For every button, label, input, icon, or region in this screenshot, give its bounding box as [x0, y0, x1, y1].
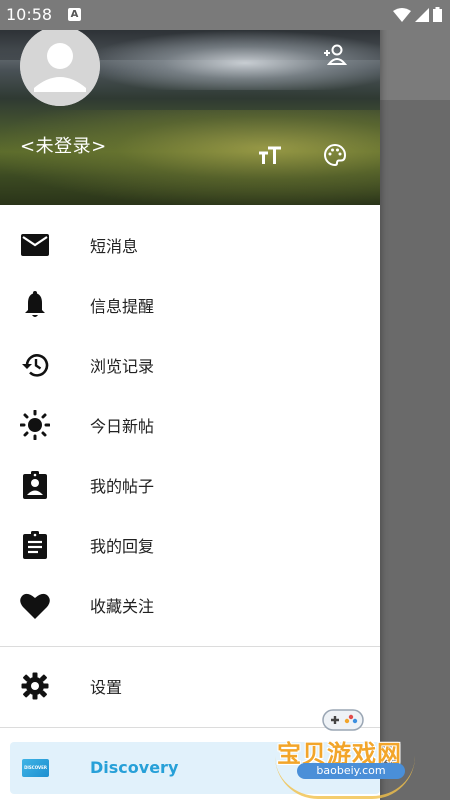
menu-item-label: 我的回复	[90, 537, 155, 556]
login-status-link[interactable]: <未登录>	[20, 132, 107, 158]
theme-palette-button[interactable]	[320, 140, 350, 170]
drawer-header: <未登录>	[0, 0, 380, 205]
menu-item-label: 收藏关注	[90, 597, 155, 616]
heart-icon	[20, 590, 50, 620]
menu-item-today-posts[interactable]: 今日新帖	[0, 395, 380, 455]
menu-item-label: 浏览记录	[90, 357, 155, 376]
brightness-icon	[20, 410, 50, 440]
watermark-url: baobeiy.com	[297, 763, 405, 779]
battery-icon	[433, 7, 442, 26]
avatar[interactable]	[20, 26, 100, 106]
menu-item-notifications[interactable]: 信息提醒	[0, 275, 380, 335]
settings-label: 设置	[90, 678, 123, 697]
wifi-icon	[393, 7, 411, 26]
menu-item-label: 短消息	[90, 237, 139, 256]
menu-item-label: 今日新帖	[90, 417, 155, 436]
mail-icon	[20, 230, 50, 260]
menu-item-label: 我的帖子	[90, 477, 155, 496]
clipboard-icon	[20, 530, 50, 560]
gear-icon	[20, 671, 50, 701]
discovery-label: Discovery	[90, 758, 179, 777]
font-size-button[interactable]	[255, 140, 285, 170]
menu-item-my-replies[interactable]: 我的回复	[0, 515, 380, 575]
palette-icon	[324, 143, 347, 167]
text-size-icon	[259, 146, 281, 164]
status-bar: 10:58 A	[0, 0, 450, 30]
person-icon	[20, 26, 100, 106]
status-time: 10:58	[6, 5, 53, 24]
navigation-drawer: <未登录> 短消息 信息提醒 浏览记录 今日新帖 我的帖子 我的回复 收藏关注 …	[0, 0, 380, 800]
watermark: 宝贝游戏网 baobeiy.com	[275, 700, 450, 800]
menu-item-label: 信息提醒	[90, 297, 155, 316]
menu-item-favorites[interactable]: 收藏关注	[0, 575, 380, 635]
add-account-button[interactable]	[320, 40, 350, 70]
notification-a-icon: A	[68, 8, 81, 21]
signal-icon	[415, 7, 429, 26]
menu-item-history[interactable]: 浏览记录	[0, 335, 380, 395]
background-app-bar	[380, 30, 450, 100]
menu-item-messages[interactable]: 短消息	[0, 215, 380, 275]
person-add-icon	[324, 44, 348, 65]
menu-item-my-posts[interactable]: 我的帖子	[0, 455, 380, 515]
assignment-person-icon	[20, 470, 50, 500]
discover-card-icon: DISCOVER	[22, 759, 49, 777]
drawer-menu: 短消息 信息提醒 浏览记录 今日新帖 我的帖子 我的回复 收藏关注	[0, 215, 380, 635]
bell-icon	[20, 290, 50, 320]
history-icon	[20, 350, 50, 380]
divider	[0, 646, 380, 647]
drawer-scrim[interactable]	[380, 0, 450, 800]
